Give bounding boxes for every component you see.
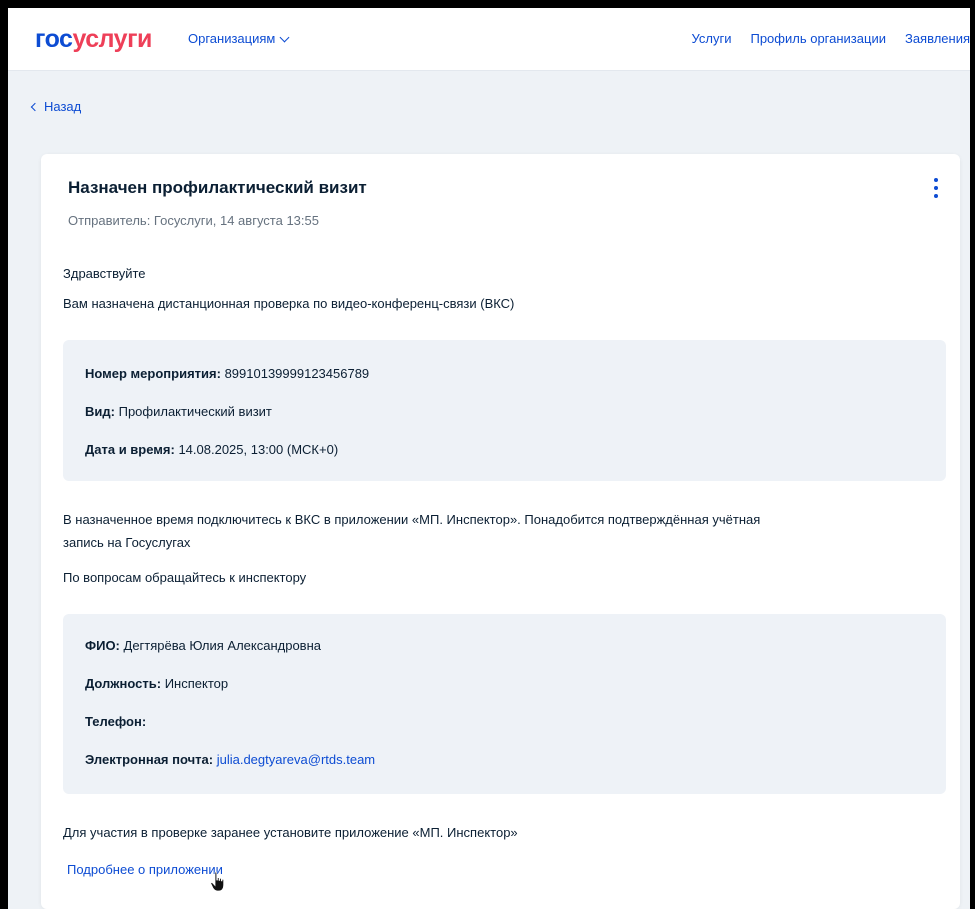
event-datetime-label: Дата и время:: [85, 442, 175, 457]
instructions-line-2: запись на Госуслугах: [63, 535, 191, 550]
event-type-row: Вид: Профилактический визит: [85, 402, 272, 422]
more-vertical-icon[interactable]: [930, 178, 942, 198]
inspector-phone-row: Телефон:: [85, 712, 146, 732]
inspector-position-row: Должность: Инспектор: [85, 674, 228, 694]
logo-part-gos: гос: [35, 25, 73, 53]
organizations-menu-label: Организациям: [188, 31, 276, 46]
inspector-position-value: Инспектор: [164, 676, 229, 691]
nav-link-applications[interactable]: Заявления: [905, 30, 970, 48]
organizations-menu[interactable]: Организациям: [188, 30, 290, 48]
back-link[interactable]: Назад: [30, 99, 82, 114]
event-type-label: Вид:: [85, 404, 115, 419]
greeting-text: Здравствуйте: [63, 266, 146, 281]
nav-link-services[interactable]: Услуги: [692, 30, 732, 48]
gosuslugi-logo[interactable]: госуслуги: [35, 24, 152, 54]
instructions-line-1: В назначенное время подключитесь к ВКС в…: [63, 512, 761, 527]
event-type-value: Профилактический визит: [118, 404, 272, 419]
inspector-name-label: ФИО:: [85, 638, 120, 653]
message-title: Назначен профилактический визит: [68, 178, 367, 197]
inspector-phone-label: Телефон:: [85, 714, 147, 729]
inspector-email-row: Электронная почта: julia.degtyareva@rtds…: [85, 750, 375, 770]
inspector-name-row: ФИО: Дегтярёва Юлия Александровна: [85, 636, 321, 656]
event-number-value: 89910139999123456789: [224, 366, 370, 381]
event-number-row: Номер мероприятия: 89910139999123456789: [85, 364, 369, 384]
inspector-name-value: Дегтярёва Юлия Александровна: [123, 638, 321, 653]
chevron-left-icon: [30, 102, 40, 111]
back-link-label: Назад: [44, 99, 82, 114]
inspector-email-label: Электронная почта:: [85, 752, 214, 767]
inspector-position-label: Должность:: [85, 676, 162, 691]
contact-prompt-text: По вопросам обращайтесь к инспектору: [63, 570, 307, 585]
app-details-link[interactable]: Подробнее о приложении: [67, 860, 223, 880]
event-datetime-row: Дата и время: 14.08.2025, 13:00 (МСК+0): [85, 440, 338, 460]
inspector-info-box: ФИО: Дегтярёва Юлия Александровна Должно…: [63, 614, 946, 794]
logo-part-uslugi: услуги: [72, 25, 152, 53]
top-header: госуслуги Организациям Услуги Профиль ор…: [8, 8, 970, 71]
chevron-down-icon: [279, 32, 290, 42]
inspector-email-link[interactable]: julia.degtyareva@rtds.team: [217, 752, 375, 767]
browser-viewport: госуслуги Организациям Услуги Профиль ор…: [8, 8, 970, 909]
message-sender: Отправитель: Госуслуги, 14 августа 13:55: [68, 213, 319, 228]
event-info-box: Номер мероприятия: 89910139999123456789 …: [63, 340, 946, 481]
event-datetime-value: 14.08.2025, 13:00 (МСК+0): [178, 442, 339, 457]
nav-link-organization-profile[interactable]: Профиль организации: [750, 30, 885, 48]
top-nav: Услуги Профиль организации Заявления: [692, 30, 971, 48]
hand-cursor-icon: [210, 871, 225, 892]
message-card: Назначен профилактический визит Отправит…: [41, 154, 960, 909]
event-number-label: Номер мероприятия:: [85, 366, 221, 381]
intro-text: Вам назначена дистанционная проверка по …: [63, 296, 515, 311]
install-note-text: Для участия в проверке заранее установит…: [63, 825, 518, 840]
